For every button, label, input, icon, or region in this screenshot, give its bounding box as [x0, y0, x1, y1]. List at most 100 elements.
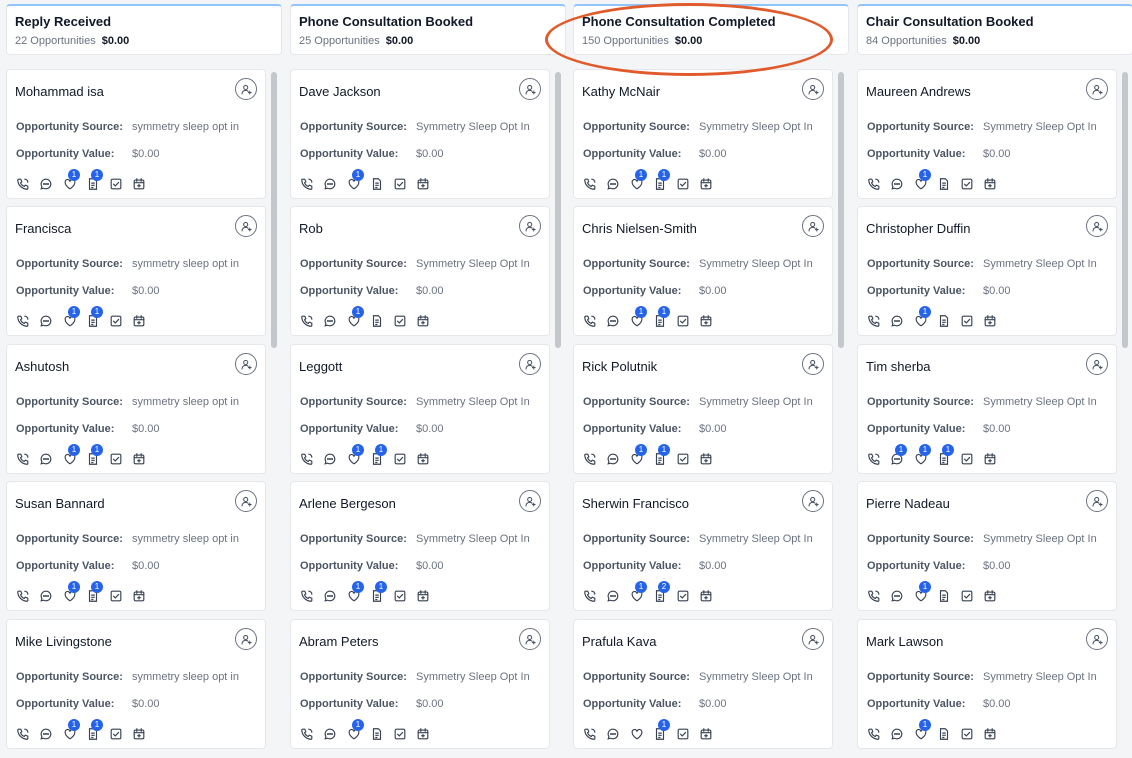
assign-user-button[interactable]: [1086, 78, 1108, 100]
assign-user-button[interactable]: [1086, 628, 1108, 650]
calendar-icon[interactable]: [131, 588, 147, 604]
calendar-icon[interactable]: [131, 451, 147, 467]
sms-icon[interactable]: [38, 313, 54, 329]
sms-icon[interactable]: [889, 313, 905, 329]
task-icon[interactable]: [108, 313, 124, 329]
assign-user-button[interactable]: [1086, 353, 1108, 375]
phone-icon[interactable]: [15, 451, 31, 467]
sms-icon[interactable]: [605, 313, 621, 329]
assign-user-button[interactable]: [519, 628, 541, 650]
phone-icon[interactable]: [866, 313, 882, 329]
note-icon[interactable]: [936, 588, 952, 604]
note-icon[interactable]: 1: [936, 444, 954, 467]
contact-name[interactable]: Christopher Duffin: [866, 221, 971, 236]
calendar-icon[interactable]: [131, 176, 147, 192]
calendar-icon[interactable]: [415, 176, 431, 192]
heart-icon[interactable]: 1: [62, 444, 80, 467]
heart-icon[interactable]: 1: [629, 306, 647, 329]
calendar-icon[interactable]: [415, 451, 431, 467]
sms-icon[interactable]: [605, 176, 621, 192]
phone-icon[interactable]: [582, 726, 598, 742]
note-icon[interactable]: 1: [85, 581, 103, 604]
contact-name[interactable]: Chris Nielsen-Smith: [582, 221, 697, 236]
heart-icon[interactable]: 1: [629, 581, 647, 604]
note-icon[interactable]: 1: [369, 444, 387, 467]
opportunity-card[interactable]: Kathy McNair Opportunity Source: Symmetry …: [573, 69, 833, 199]
task-icon[interactable]: [108, 176, 124, 192]
opportunity-card[interactable]: Maureen Andrews Opportunity Source: Symmet…: [857, 69, 1117, 199]
assign-user-button[interactable]: [1086, 215, 1108, 237]
phone-icon[interactable]: [299, 588, 315, 604]
contact-name[interactable]: Tim sherba: [866, 359, 931, 374]
calendar-icon[interactable]: [698, 176, 714, 192]
task-icon[interactable]: [392, 726, 408, 742]
heart-icon[interactable]: 1: [913, 581, 931, 604]
contact-name[interactable]: Sherwin Francisco: [582, 496, 689, 511]
phone-icon[interactable]: [15, 313, 31, 329]
opportunity-card[interactable]: Pierre Nadeau Opportunity Source: Symmetry…: [857, 481, 1117, 611]
note-icon[interactable]: [936, 176, 952, 192]
heart-icon[interactable]: 1: [346, 444, 364, 467]
opportunity-card[interactable]: Prafula Kava Opportunity Source: Symmetry …: [573, 619, 833, 749]
heart-icon[interactable]: 1: [346, 306, 364, 329]
sms-icon[interactable]: [322, 726, 338, 742]
opportunity-card[interactable]: Francisca Opportunity Source: symmetry sle…: [6, 206, 266, 336]
heart-icon[interactable]: 1: [62, 306, 80, 329]
task-icon[interactable]: [392, 451, 408, 467]
contact-name[interactable]: Francisca: [15, 221, 71, 236]
phone-icon[interactable]: [15, 588, 31, 604]
note-icon[interactable]: 1: [652, 169, 670, 192]
sms-icon[interactable]: [322, 451, 338, 467]
opportunity-card[interactable]: Leggott Opportunity Source: Symmetry Sleep…: [290, 344, 550, 474]
sms-icon[interactable]: [322, 588, 338, 604]
assign-user-button[interactable]: [235, 490, 257, 512]
opportunity-card[interactable]: Mark Lawson Opportunity Source: Symmetry S…: [857, 619, 1117, 749]
contact-name[interactable]: Prafula Kava: [582, 634, 656, 649]
calendar-icon[interactable]: [698, 588, 714, 604]
phone-icon[interactable]: [582, 588, 598, 604]
assign-user-button[interactable]: [519, 490, 541, 512]
phone-icon[interactable]: [299, 726, 315, 742]
column-header[interactable]: Chair Consultation Booked 84 Opportunitie…: [857, 4, 1132, 55]
calendar-icon[interactable]: [698, 451, 714, 467]
phone-icon[interactable]: [866, 176, 882, 192]
contact-name[interactable]: Mike Livingstone: [15, 634, 112, 649]
task-icon[interactable]: [675, 588, 691, 604]
calendar-icon[interactable]: [982, 726, 998, 742]
assign-user-button[interactable]: [519, 78, 541, 100]
opportunity-card[interactable]: Tim sherba Opportunity Source: Symmetry Sl…: [857, 344, 1117, 474]
contact-name[interactable]: Arlene Bergeson: [299, 496, 396, 511]
calendar-icon[interactable]: [131, 726, 147, 742]
heart-icon[interactable]: 1: [346, 719, 364, 742]
heart-icon[interactable]: 1: [62, 581, 80, 604]
opportunity-card[interactable]: Sherwin Francisco Opportunity Source: Symm…: [573, 481, 833, 611]
calendar-icon[interactable]: [982, 588, 998, 604]
task-icon[interactable]: [392, 313, 408, 329]
task-icon[interactable]: [108, 451, 124, 467]
task-icon[interactable]: [392, 588, 408, 604]
column-header[interactable]: Phone Consultation Completed 150 Opportun…: [573, 4, 849, 55]
column-header[interactable]: Phone Consultation Booked 25 Opportunitie…: [290, 4, 566, 55]
contact-name[interactable]: Rick Polutnik: [582, 359, 657, 374]
opportunity-card[interactable]: Dave Jackson Opportunity Source: Symmetry …: [290, 69, 550, 199]
calendar-icon[interactable]: [415, 726, 431, 742]
assign-user-button[interactable]: [235, 628, 257, 650]
heart-icon[interactable]: [629, 726, 645, 742]
phone-icon[interactable]: [299, 451, 315, 467]
contact-name[interactable]: Dave Jackson: [299, 84, 381, 99]
note-icon[interactable]: 2: [652, 581, 670, 604]
assign-user-button[interactable]: [519, 215, 541, 237]
contact-name[interactable]: Ashutosh: [15, 359, 69, 374]
task-icon[interactable]: [959, 588, 975, 604]
heart-icon[interactable]: 1: [629, 444, 647, 467]
contact-name[interactable]: Rob: [299, 221, 323, 236]
heart-icon[interactable]: 1: [913, 169, 931, 192]
opportunity-card[interactable]: Chris Nielsen-Smith Opportunity Source: Sy…: [573, 206, 833, 336]
sms-icon[interactable]: [605, 726, 621, 742]
calendar-icon[interactable]: [698, 313, 714, 329]
task-icon[interactable]: [108, 588, 124, 604]
calendar-icon[interactable]: [415, 588, 431, 604]
contact-name[interactable]: Kathy McNair: [582, 84, 660, 99]
phone-icon[interactable]: [15, 726, 31, 742]
task-icon[interactable]: [959, 451, 975, 467]
